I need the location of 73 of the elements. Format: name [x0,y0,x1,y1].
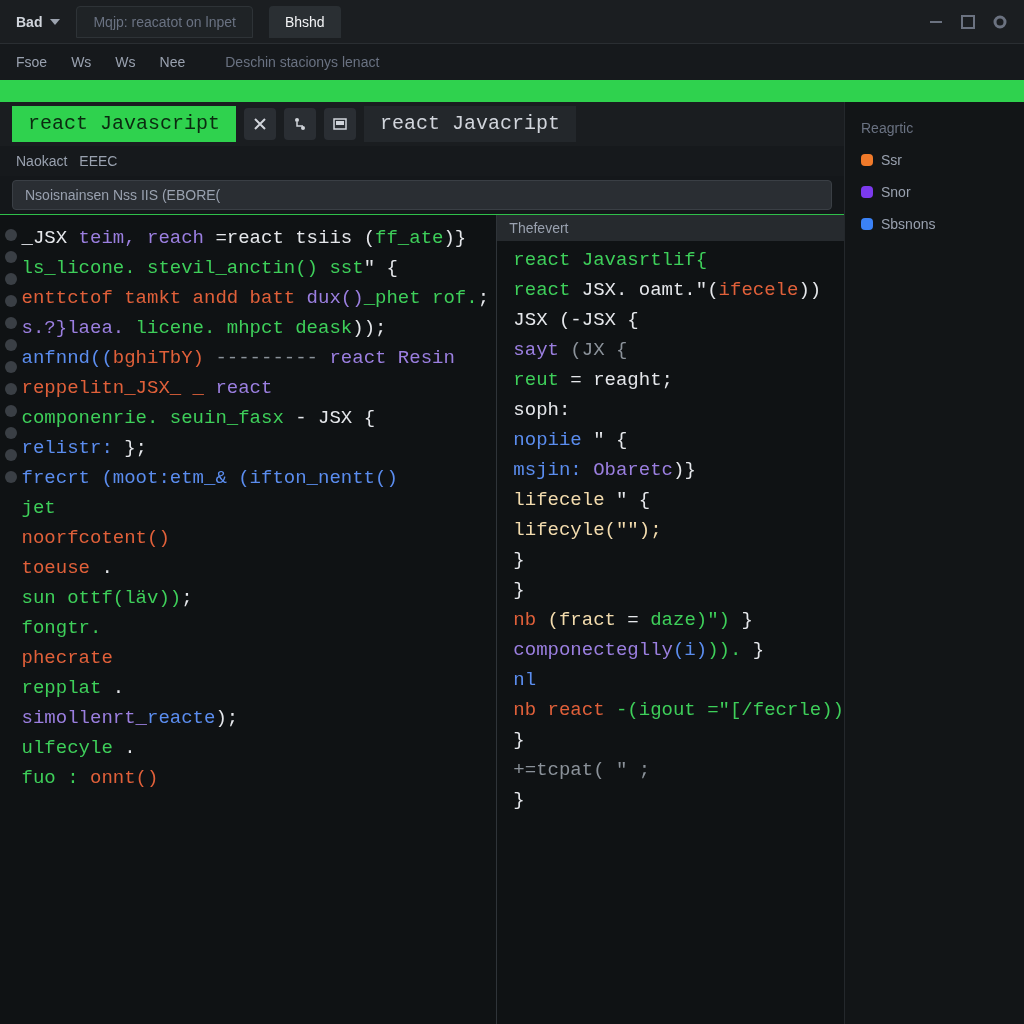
breakpoint-icon[interactable] [4,471,17,483]
breakpoint-icon[interactable] [4,339,17,351]
preview-button[interactable] [324,108,357,140]
code-line: componenrie. seuin_fasx - JSX { [21,406,377,431]
code-line: relistr: }; [21,436,148,461]
code-line: JSX (-JSX { [513,308,640,333]
menu-item[interactable]: Ws [115,52,136,72]
outline-item[interactable]: Sbsnons [881,214,936,234]
code-line: } [513,548,526,573]
code-line: simollenrt_reacte); [21,706,240,731]
code-line: toeuse . [21,556,114,581]
code-line: sayt (JX { [513,338,629,363]
subtitle: Deschin stacionys lenact [225,53,380,72]
code-line: reppelitn_JSX_ _ react [21,376,274,401]
breakpoint-icon[interactable] [4,405,17,417]
breadcrumb-item[interactable]: EEEC [79,151,118,171]
branch-button[interactable] [284,108,317,140]
breakpoint-icon[interactable] [4,427,17,439]
menu-item[interactable]: Ws [71,52,92,72]
code-line: fuo : onnt() [21,766,160,791]
code-line: componecteglly(i))). } [513,638,766,663]
code-line: nb (fract = daze)") } [513,608,754,633]
menu-dropdown[interactable]: Bad [16,11,61,32]
breakpoint-icon[interactable] [4,317,17,329]
find-field[interactable]: Nsoisnainsen Nss IIS (EBORE( [12,180,832,210]
code-line: nopiie " { [513,428,629,453]
code-line: lifecele " { [513,488,652,513]
code-line: } [513,578,526,603]
settings-icon[interactable] [992,13,1008,30]
code-line: soph: [513,398,572,423]
preview-icon [332,116,349,132]
editor-tab[interactable]: react Javacript [364,106,577,142]
code-line: frecrt (moot:etm_& (ifton_nentt() [21,466,399,491]
code-line: } [513,728,526,753]
code-line: ulfecyle . [21,736,137,761]
code-line: phecrate [21,646,114,671]
caret-icon [50,18,61,25]
breakpoint-icon[interactable] [4,449,17,461]
code-line: enttctof tamkt andd batt dux()_phet rof.; [21,286,491,311]
breakpoint-icon[interactable] [4,295,17,307]
code-line: noorfcotent() [21,526,171,551]
code-line: fongtr. [21,616,103,641]
code-line: nb react -(igout ="[/fecrle)) [513,698,844,723]
code-line: nl [513,668,538,693]
breakpoint-icon[interactable] [4,229,17,241]
code-line: lifecyle(""); [513,518,663,543]
code-line: msjin: Obaretc)} [513,458,697,483]
outline-item[interactable]: Snor [881,182,911,202]
code-line: react JSX. oamt."(ifecele)) [513,278,823,303]
code-line: repplat . [21,676,126,701]
code-line: sun ottf(läv)); [21,586,194,611]
editor-tab[interactable]: react Javascript [12,106,237,142]
code-line: react Javasrtlif{ [513,248,709,273]
code-line: anfnnd((bghiTbY) --------- react Resin [21,346,456,371]
breakpoint-icon[interactable] [4,383,17,395]
panel-title: Reagrtic [861,119,915,138]
outline-item[interactable]: Ssr [881,150,902,170]
menu-item[interactable]: Fsoe [16,52,48,72]
code-line: reut = reaght; [513,368,674,393]
code-line: +=tcpat( " ; [513,758,652,783]
breakpoint-icon[interactable] [4,361,17,373]
menu-item[interactable]: Nee [159,52,186,72]
code-line: } [513,788,526,813]
code-line: _JSX teim, reach =react tsiis (ff_ate)} [21,226,468,251]
window-tab[interactable]: Bhshd [268,5,341,38]
breakpoint-icon[interactable] [4,251,17,263]
pane-header: Thefevert [497,215,844,241]
window-icon[interactable] [960,13,976,30]
code-line: ls_licone. stevil_anctin() sst" { [21,256,399,281]
breadcrumb-item[interactable]: Naokact [16,151,68,171]
code-line: s.?}laea. licene. mhpct deask)); [21,316,388,341]
breakpoint-icon[interactable] [4,273,17,285]
code-line: jet [21,496,57,521]
